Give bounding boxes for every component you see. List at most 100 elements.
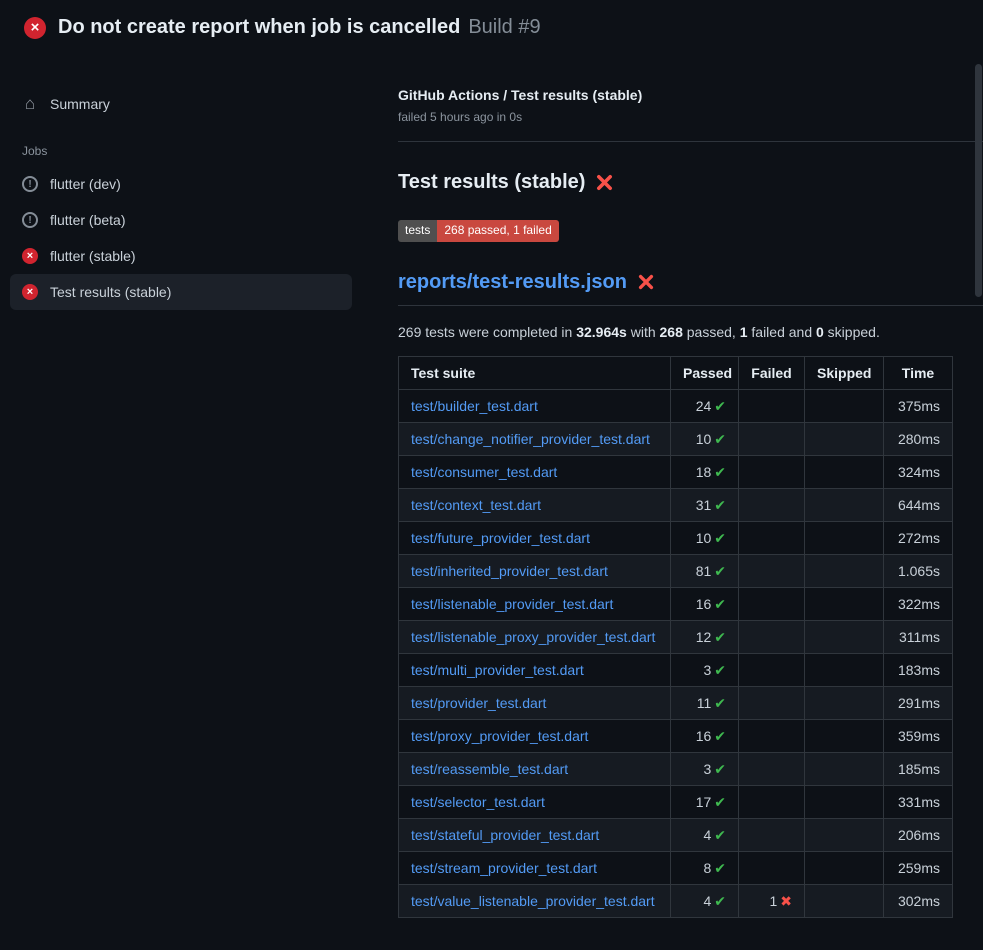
table-row: test/consumer_test.dart18✔324ms (399, 456, 953, 489)
passed-count-value: 3 (703, 761, 711, 777)
home-icon: ⌂ (22, 95, 38, 112)
run-title: Do not create report when job is cancell… (58, 16, 460, 39)
test-suite-link[interactable]: test/consumer_test.dart (411, 464, 557, 480)
test-suite-link[interactable]: test/inherited_provider_test.dart (411, 563, 608, 579)
test-suite-link[interactable]: test/listenable_proxy_provider_test.dart (411, 629, 655, 645)
summary-passed: 268 (660, 324, 683, 340)
time-cell: 183ms (884, 654, 953, 687)
check-icon: ✔ (714, 860, 726, 876)
passed-count-value: 11 (697, 695, 712, 711)
table-row: test/listenable_provider_test.dart 16✔ 322… (399, 588, 953, 621)
badge-value: 268 passed, 1 failed (437, 220, 558, 242)
test-suite-link[interactable]: test/selector_test.dart (411, 794, 545, 810)
test-suite-link[interactable]: test/value_listenable_provider_test.dart (411, 893, 655, 909)
skipped-count (805, 456, 884, 489)
test-suite-link[interactable]: test/listenable_provider_test.dart (411, 596, 613, 612)
test-suite-link[interactable]: test/reassemble_test.dart (411, 761, 568, 777)
passed-count-value: 4 (703, 893, 711, 909)
test-suite-link[interactable]: test/stream_provider_test.dart (411, 860, 597, 876)
table-row: test/change_notifier_provider_test.dart1… (399, 423, 953, 456)
test-suite-link[interactable]: test/multi_provider_test.dart (411, 662, 584, 678)
warning-icon: ! (22, 176, 38, 192)
sidebar-item-job[interactable]: ×flutter (stable) (10, 238, 352, 274)
passed-count-value: 24 (696, 398, 712, 414)
passed-count-value: 16 (696, 596, 712, 612)
run-status: failed 5 hours ago in 0s (398, 109, 983, 125)
test-suite-cell: test/future_provider_test.dart (399, 522, 671, 555)
table-row: test/reassemble_test.dart3✔185ms (399, 753, 953, 786)
time-cell: 259ms (884, 852, 953, 885)
failed-count (739, 522, 805, 555)
passed-count: 16✔ (671, 588, 739, 621)
table-row: test/listenable_proxy_provider_test.dart… (399, 621, 953, 654)
skipped-count (805, 753, 884, 786)
test-suite-cell: test/inherited_provider_test.dart (399, 555, 671, 588)
sidebar-item-summary[interactable]: ⌂ Summary (10, 85, 352, 122)
test-suite-link[interactable]: test/change_notifier_provider_test.dart (411, 431, 650, 447)
failed-count (739, 852, 805, 885)
test-suite-cell: test/stateful_provider_test.dart (399, 819, 671, 852)
failed-count (739, 390, 805, 423)
skipped-count (805, 423, 884, 456)
scrollbar-thumb[interactable] (975, 64, 982, 297)
check-title-row: Test results (stable) (398, 168, 983, 196)
table-row: test/inherited_provider_test.dart81✔1.06… (399, 555, 953, 588)
passed-count-value: 31 (696, 497, 712, 513)
check-icon: ✔ (714, 728, 726, 744)
sidebar-item-job[interactable]: × Test results (stable) (10, 274, 352, 310)
sidebar-item-job[interactable]: !flutter (dev) (10, 166, 352, 202)
divider (398, 141, 983, 142)
column-header-test-suite: Test suite (399, 357, 671, 390)
time-cell: 291ms (884, 687, 953, 720)
passed-count: 3✔ (671, 654, 739, 687)
passed-count: 12✔ (671, 621, 739, 654)
summary-suffix: skipped. (824, 324, 880, 340)
failed-count (739, 423, 805, 456)
tests-summary: 269 tests were completed in 32.964s with… (398, 322, 983, 342)
passed-count-value: 81 (696, 563, 712, 579)
failed-count-value: 1 (769, 893, 777, 909)
x-circle-icon: × (22, 284, 38, 300)
job-label: Test results (stable) (50, 284, 171, 300)
table-row: test/builder_test.dart24✔375ms (399, 390, 953, 423)
passed-count-value: 3 (703, 662, 711, 678)
passed-count: 31✔ (671, 489, 739, 522)
column-header-passed: Passed (671, 357, 739, 390)
failed-count (739, 720, 805, 753)
summary-mid2: passed, (683, 324, 740, 340)
test-suite-cell: test/change_notifier_provider_test.dart (399, 423, 671, 456)
test-suite-link[interactable]: test/builder_test.dart (411, 398, 538, 414)
test-suite-link[interactable]: test/future_provider_test.dart (411, 530, 590, 546)
skipped-count (805, 654, 884, 687)
skipped-count (805, 720, 884, 753)
failed-count (739, 456, 805, 489)
report-link[interactable]: reports/test-results.json (398, 268, 627, 296)
failed-count (739, 654, 805, 687)
skipped-count (805, 621, 884, 654)
test-suite-link[interactable]: test/stateful_provider_test.dart (411, 827, 599, 843)
x-icon: ✖ (780, 893, 792, 909)
sidebar-item-job[interactable]: !flutter (beta) (10, 202, 352, 238)
skipped-count (805, 885, 884, 918)
test-suite-link[interactable]: test/context_test.dart (411, 497, 541, 513)
test-suite-link[interactable]: test/provider_test.dart (411, 695, 546, 711)
failed-count (739, 753, 805, 786)
time-cell: 302ms (884, 885, 953, 918)
time-cell: 322ms (884, 588, 953, 621)
summary-mid1: with (627, 324, 660, 340)
column-header-time: Time (884, 357, 953, 390)
passed-count-value: 10 (696, 530, 712, 546)
check-icon: ✔ (714, 893, 726, 909)
skipped-count (805, 390, 884, 423)
failed-count (739, 621, 805, 654)
failed-count: 1✖ (739, 885, 805, 918)
tests-badge: tests 268 passed, 1 failed (398, 220, 559, 242)
skipped-count (805, 819, 884, 852)
failed-count (739, 555, 805, 588)
skipped-count (805, 687, 884, 720)
check-title: Test results (stable) (398, 168, 585, 196)
test-suite-link[interactable]: test/proxy_provider_test.dart (411, 728, 588, 744)
passed-count: 17✔ (671, 786, 739, 819)
check-icon: ✔ (714, 695, 726, 711)
check-icon: ✔ (714, 563, 726, 579)
